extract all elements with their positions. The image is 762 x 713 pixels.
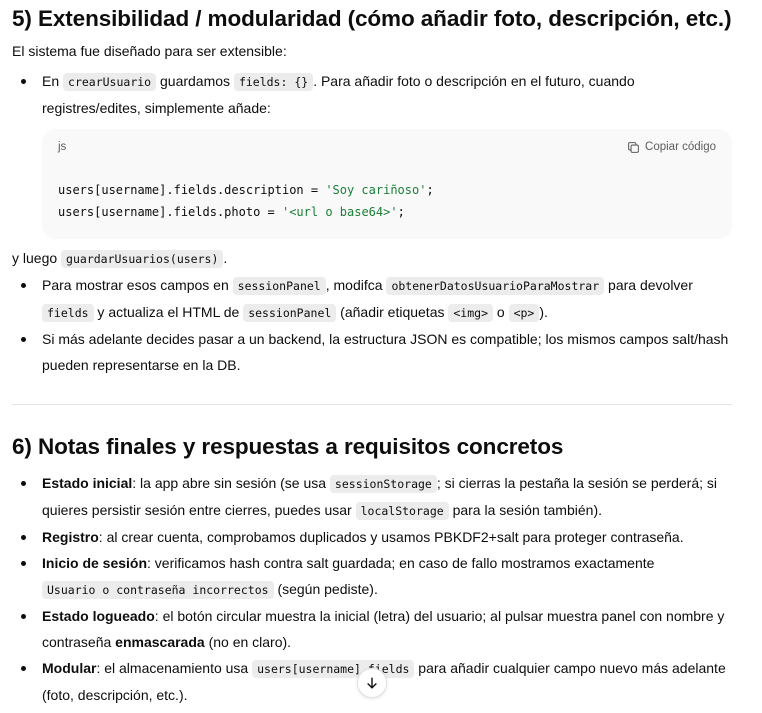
inline-code: fields: {} (233, 73, 314, 91)
inline-code: sessionStorage (329, 475, 437, 493)
copy-code-label: Copiar código (645, 141, 716, 153)
list-item: Inicio de sesión: verificamos hash contr… (12, 550, 732, 603)
section-6-heading: 6) Notas finales y respuestas a requisit… (12, 434, 564, 459)
inline-code: guardarUsuarios(users) (61, 250, 224, 268)
list-item: Si más adelante decides pasar a un backe… (12, 326, 732, 378)
list-item: Para mostrar esos campos en sessionPanel… (12, 272, 732, 326)
scroll-to-bottom-button[interactable] (357, 668, 387, 698)
inline-code: users[username].fields (252, 660, 415, 678)
inline-code: <p> (508, 304, 540, 322)
code-content: users[username].fields.description = 'So… (58, 183, 434, 219)
code-followup-text: y luego guardarUsuarios(users). (12, 250, 228, 268)
list-item: Estado logueado: el botón circular muest… (12, 603, 732, 655)
code-block: js Copiar código users[username].fields.… (42, 129, 732, 239)
inline-code: fields (42, 304, 94, 322)
list-item: Registro: al crear cuenta, comprobamos d… (12, 524, 732, 550)
copy-icon (628, 141, 639, 153)
copy-code-button[interactable]: Copiar código (627, 139, 716, 155)
inline-code: <img> (448, 304, 493, 322)
section-5-intro: El sistema fue diseñado para ser extensi… (12, 43, 287, 59)
list-item: En crearUsuario guardamos fields: {}. Pa… (12, 68, 732, 272)
section-divider (12, 404, 732, 405)
list-item: Estado inicial: la app abre sin sesión (… (12, 470, 732, 524)
code-language-label: js (58, 141, 67, 153)
arrow-down-icon (367, 677, 377, 689)
inline-code: obtenerDatosUsuarioParaMostrar (386, 277, 605, 295)
inline-code: sessionPanel (232, 277, 326, 295)
inline-code: crearUsuario (63, 73, 157, 91)
inline-code: localStorage (355, 502, 449, 520)
section-5-heading: 5) Extensibilidad / modularidad (cómo añ… (12, 6, 732, 31)
section-5-list: En crearUsuario guardamos fields: {}. Pa… (12, 68, 732, 378)
inline-code: Usuario o contraseña incorrectos (42, 581, 274, 599)
inline-code: sessionPanel (243, 304, 337, 322)
